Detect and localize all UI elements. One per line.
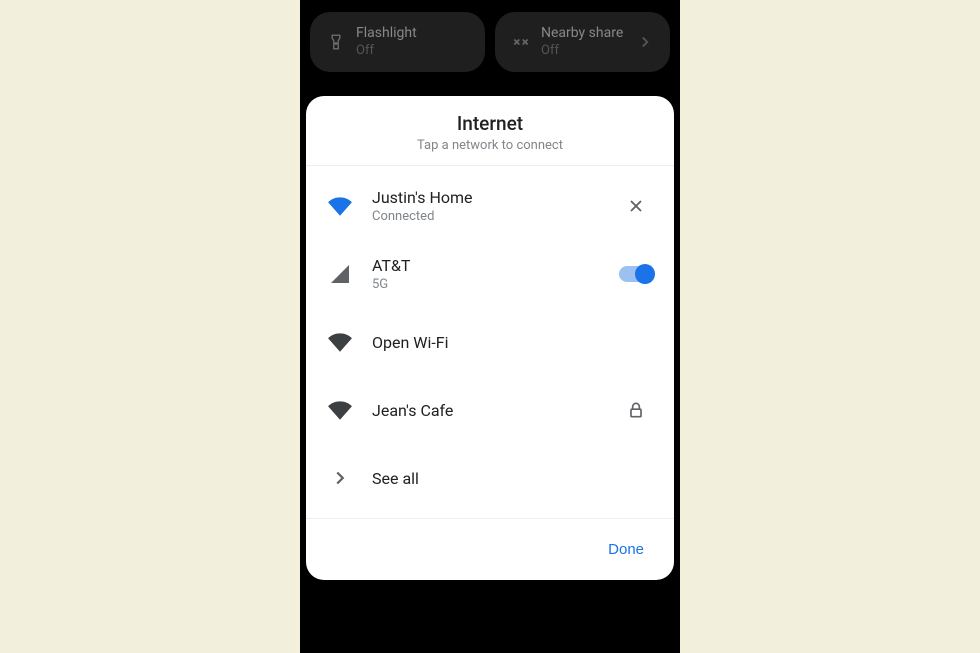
network-row-secured[interactable]: Jean's Cafe	[306, 376, 674, 444]
flashlight-icon	[326, 32, 346, 52]
network-name: AT&T	[372, 256, 600, 275]
cellular-toggle[interactable]	[618, 266, 654, 282]
nearby-share-label: Nearby share	[541, 26, 626, 41]
sheet-header: Internet Tap a network to connect	[306, 96, 674, 166]
quick-settings-row: Flashlight Off Nearby share Off	[300, 0, 680, 90]
network-text: Justin's Home Connected	[372, 188, 600, 224]
network-text: Open Wi-Fi	[372, 333, 600, 352]
see-all-row[interactable]: See all	[306, 444, 674, 512]
wifi-icon	[326, 192, 354, 220]
network-text: AT&T 5G	[372, 256, 600, 292]
flashlight-text: Flashlight Off	[356, 26, 469, 58]
sheet-title: Internet	[322, 112, 658, 135]
network-row-open[interactable]: Open Wi-Fi	[306, 308, 674, 376]
chevron-right-icon	[636, 33, 654, 51]
internet-sheet: Internet Tap a network to connect Justin…	[306, 96, 674, 580]
network-text: Jean's Cafe	[372, 401, 600, 420]
network-row-connected[interactable]: Justin's Home Connected	[306, 172, 674, 240]
network-name: Open Wi-Fi	[372, 333, 600, 352]
chevron-right-icon	[326, 464, 354, 492]
nearby-share-icon	[511, 32, 531, 52]
sheet-footer: Done	[306, 518, 674, 580]
network-list: Justin's Home Connected AT&T 5G	[306, 166, 674, 518]
network-status: Connected	[372, 209, 600, 224]
network-row-cellular[interactable]: AT&T 5G	[306, 240, 674, 308]
wifi-icon	[326, 396, 354, 424]
sheet-subtitle: Tap a network to connect	[322, 138, 658, 153]
disconnect-button[interactable]	[618, 196, 654, 216]
flashlight-tile[interactable]: Flashlight Off	[310, 12, 485, 72]
network-name: Jean's Cafe	[372, 401, 600, 420]
see-all-label: See all	[372, 469, 600, 488]
nearby-share-status: Off	[541, 43, 626, 58]
cellular-icon	[326, 260, 354, 288]
wifi-icon	[326, 328, 354, 356]
lock-icon	[618, 400, 654, 420]
network-name: Justin's Home	[372, 188, 600, 207]
done-button[interactable]: Done	[596, 533, 656, 566]
network-status: 5G	[372, 277, 600, 292]
nearby-share-tile[interactable]: Nearby share Off	[495, 12, 670, 72]
flashlight-status: Off	[356, 43, 469, 58]
phone-frame: Flashlight Off Nearby share Off Internet…	[300, 0, 680, 653]
see-all-text: See all	[372, 469, 600, 488]
nearby-share-text: Nearby share Off	[541, 26, 626, 58]
flashlight-label: Flashlight	[356, 26, 469, 41]
